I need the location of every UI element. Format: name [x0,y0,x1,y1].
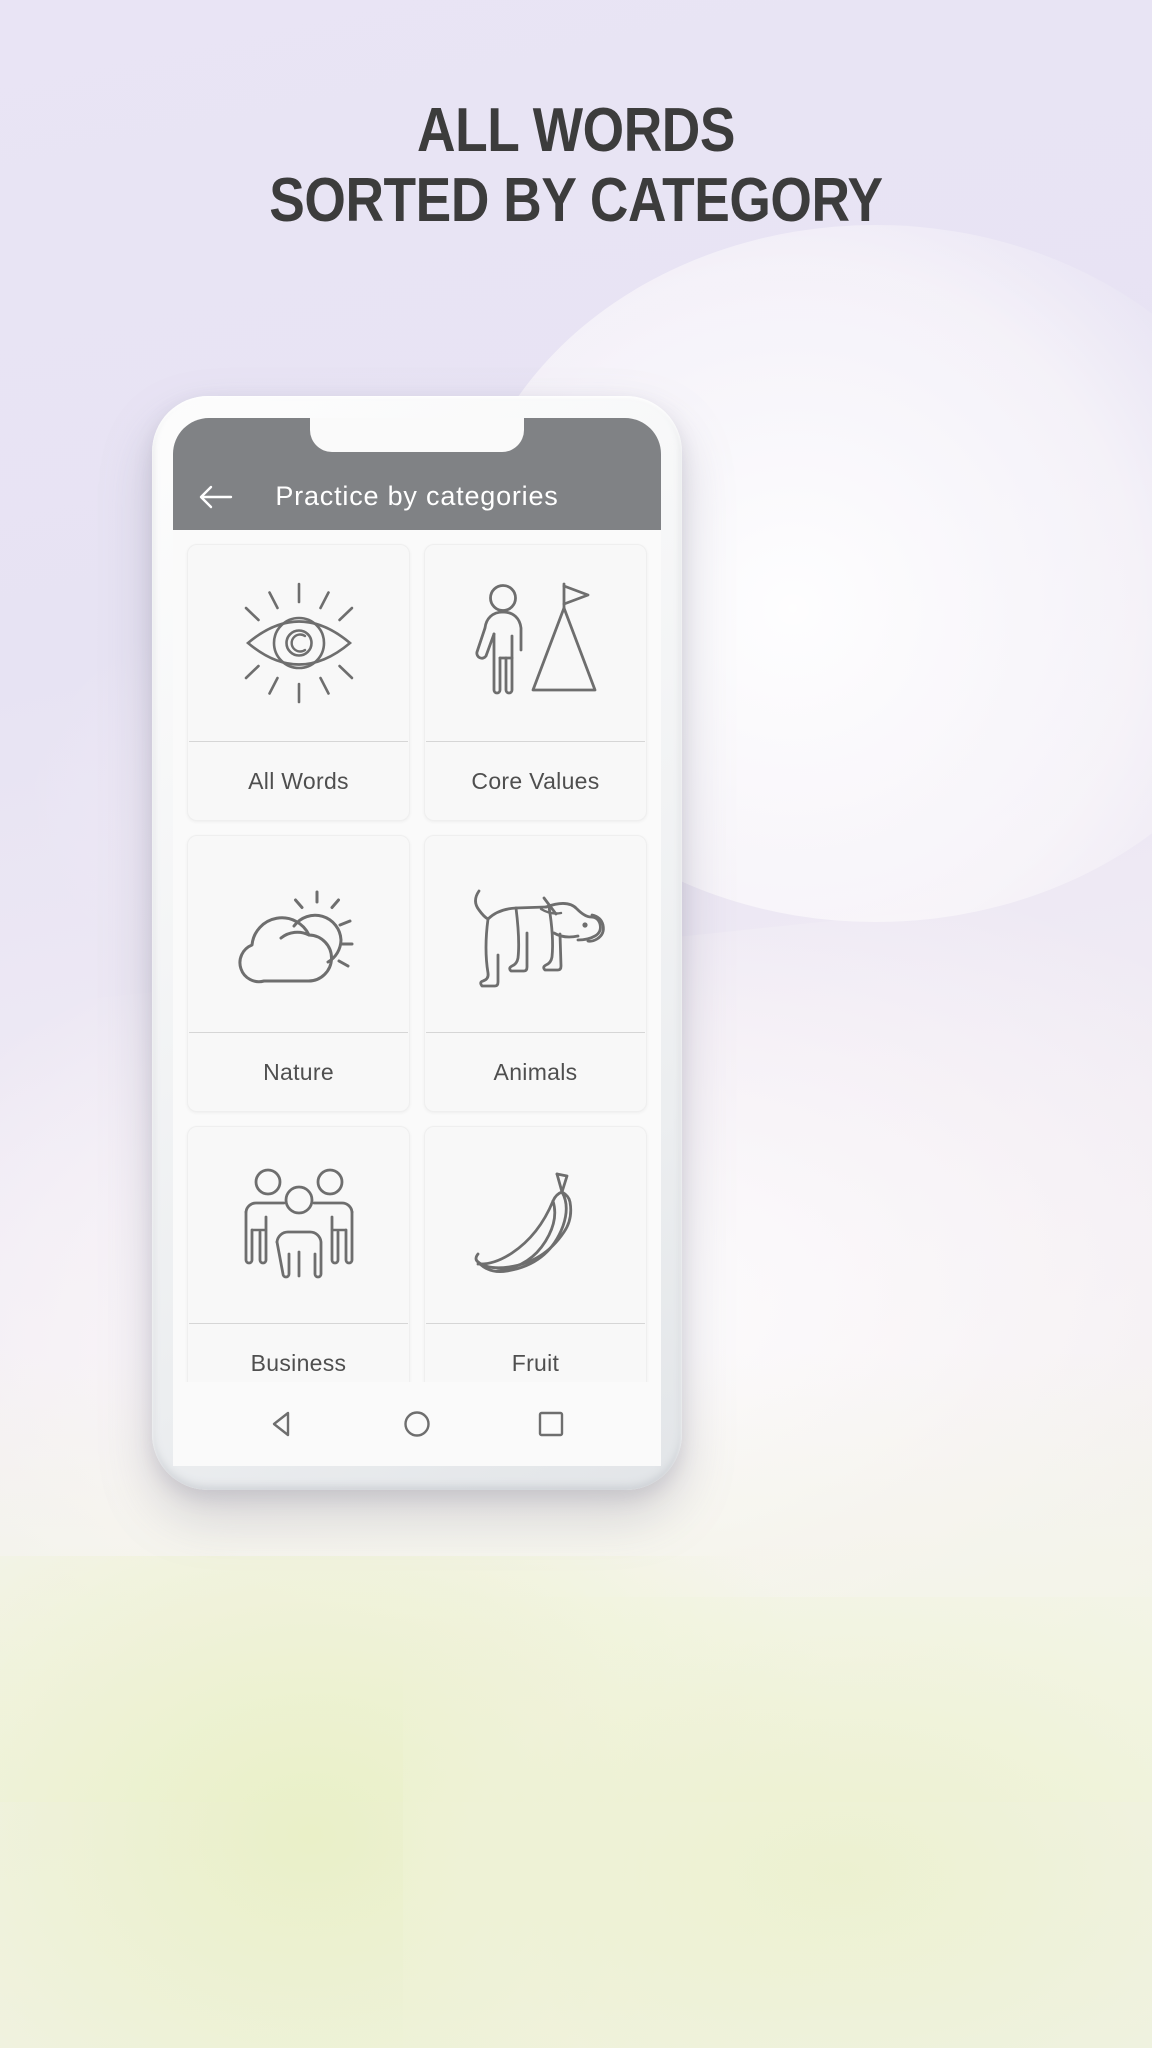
people-group-icon [244,1168,353,1279]
cloud-sun-icon [237,890,353,984]
background-blob-lime-right [403,1597,1152,2048]
phone-screen: Practice by categories All Words Core Va… [173,418,661,1466]
arrow-left-icon [199,485,233,509]
phone-notch [310,418,524,452]
category-icon-wrapper [425,545,646,741]
app-bar: Practice by categories [173,418,661,530]
person-mountain-flag-icon [474,582,596,695]
page-title: ALL WORDS SORTED BY CATEGORY [81,96,1072,236]
category-icon-wrapper [188,545,409,741]
category-tile-nature[interactable]: Nature [187,835,410,1112]
recents-square-icon[interactable] [536,1409,566,1439]
category-icon-wrapper [188,836,409,1032]
back-button[interactable] [173,482,259,512]
back-triangle-icon[interactable] [268,1409,298,1439]
home-circle-icon[interactable] [402,1409,432,1439]
category-grid: All Words Core Values Nature Animals Bus… [173,530,661,1403]
category-label: Nature [263,1058,334,1085]
page-title-line-2: SORTED BY CATEGORY [269,166,883,235]
eye-rays-icon [244,582,353,704]
android-navigation-bar [173,1382,661,1466]
banana-icon [474,1172,572,1273]
dog-icon [473,889,605,988]
category-tile-animals[interactable]: Animals [424,835,647,1112]
category-tile-business[interactable]: Business [187,1126,410,1403]
category-icon-wrapper [425,836,646,1032]
category-tile-all-words[interactable]: All Words [187,544,410,821]
category-label: All Words [248,767,349,794]
page-title-line-1: ALL WORDS [416,96,736,165]
category-tile-core-values[interactable]: Core Values [424,544,647,821]
category-icon-wrapper [425,1127,646,1323]
phone-mockup: Practice by categories All Words Core Va… [152,396,682,1490]
app-bar-title: Practice by categories [275,481,559,511]
category-icon-wrapper [188,1127,409,1323]
category-label: Core Values [471,767,600,794]
category-label: Animals [493,1058,578,1085]
category-tile-fruit[interactable]: Fruit [424,1126,647,1403]
